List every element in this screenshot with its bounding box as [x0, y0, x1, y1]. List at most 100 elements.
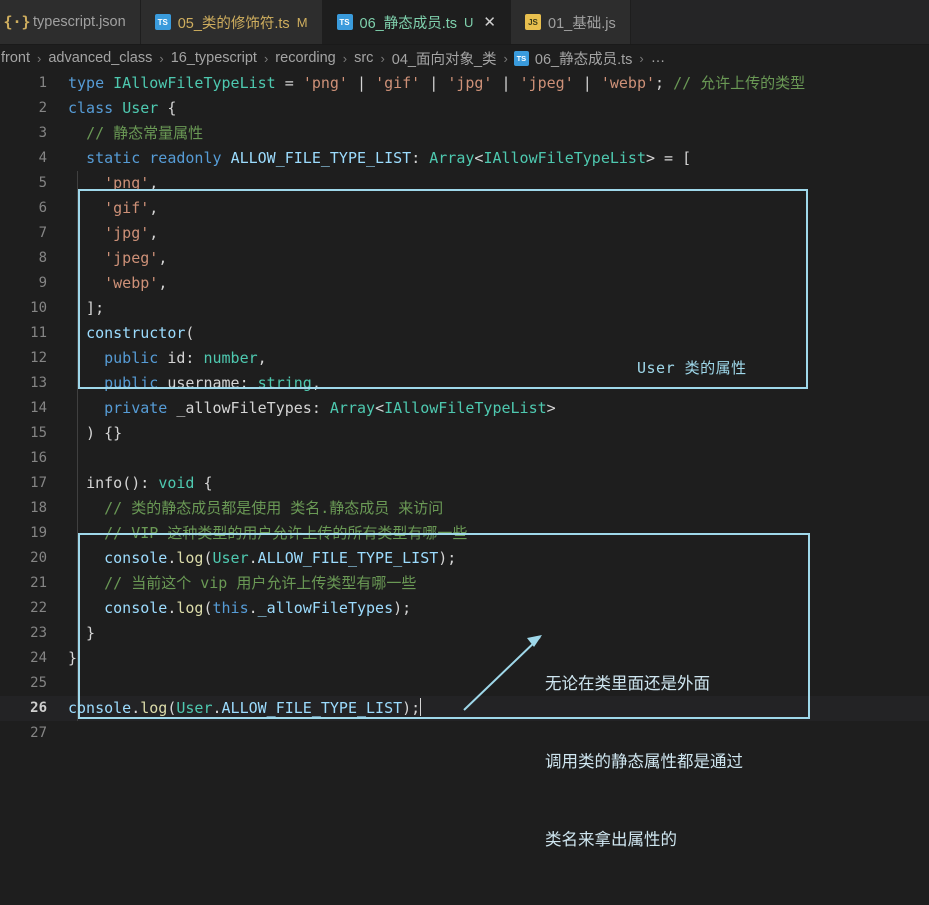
code-token: ALLOW_FILE_TYPE_LIST — [230, 149, 412, 167]
breadcrumb-item-overflow[interactable]: … — [650, 50, 667, 66]
line-number: 20 — [30, 550, 47, 566]
code-line-text: 'webp', — [68, 271, 167, 296]
code-lines[interactable]: 1 type IAllowFileTypeList = 'png' | 'gif'… — [0, 71, 929, 746]
code-token: IAllowFileTypeList — [483, 149, 646, 167]
code-line[interactable]: 23 } — [0, 621, 929, 646]
line-number: 5 — [38, 175, 47, 191]
code-token: // VIP 这种类型的用户允许上传的所有类型有哪一些 — [104, 524, 468, 542]
close-icon[interactable]: ✕ — [483, 15, 496, 30]
code-token: log — [176, 549, 204, 567]
code-token: > = [ — [646, 149, 692, 167]
code-token: = — [275, 74, 303, 92]
code-token: public — [104, 374, 168, 392]
code-line-text: } — [68, 646, 77, 671]
line-number: 26 — [30, 700, 47, 716]
code-line[interactable]: 24} — [0, 646, 929, 671]
breadcrumb-item-front[interactable]: front — [0, 50, 31, 66]
code-line[interactable]: 8 'jpeg', — [0, 246, 929, 271]
code-token: { — [194, 474, 213, 492]
code-token: ); — [438, 549, 457, 567]
line-number: 16 — [30, 450, 47, 466]
breadcrumb-item-recording[interactable]: recording — [274, 50, 336, 66]
code-line[interactable]: 17 info(): void { — [0, 471, 929, 496]
line-number: 12 — [30, 350, 47, 366]
line-number: 4 — [38, 150, 47, 166]
code-token: | — [492, 74, 520, 92]
tab-06-static-members[interactable]: TS 06_静态成员.ts U ✕ — [322, 0, 511, 44]
code-line[interactable]: 14 private _allowFileTypes: Array<IAllow… — [0, 396, 929, 421]
breadcrumb: front › advanced_class › 16_typescript ›… — [0, 45, 929, 71]
code-token: } — [68, 649, 78, 667]
code-line[interactable]: 1 type IAllowFileTypeList = 'png' | 'gif'… — [0, 71, 929, 96]
code-line[interactable]: 19 // VIP 这种类型的用户允许上传的所有类型有哪一些 — [0, 521, 929, 546]
code-line[interactable]: 16 — [0, 446, 929, 471]
code-line[interactable]: 9 'webp', — [0, 271, 929, 296]
code-line[interactable]: 5 'png', — [0, 171, 929, 196]
code-line[interactable]: 7 'jpg', — [0, 221, 929, 246]
code-token: (): — [122, 474, 159, 492]
text-caret — [420, 698, 422, 716]
breadcrumb-item-advanced-class[interactable]: advanced_class — [47, 50, 153, 66]
breadcrumb-item-oop-class[interactable]: 04_面向对象_类 — [391, 48, 498, 69]
code-token: // 类的静态成员都是使用 类名.静态成员 来访问 — [104, 499, 444, 517]
code-token: > — [546, 399, 556, 417]
code-token: ( — [203, 599, 213, 617]
code-line[interactable]: 13 public username: string, — [0, 371, 929, 396]
code-line-text: console.log(User.ALLOW_FILE_TYPE_LIST); — [68, 546, 456, 571]
line-number: 8 — [38, 250, 47, 266]
breadcrumb-item-06-static-members[interactable]: 06_静态成员.ts — [534, 48, 634, 69]
code-line-text: private _allowFileTypes: Array<IAllowFil… — [68, 396, 556, 421]
code-line[interactable]: 27 — [0, 721, 929, 746]
indent-guide — [77, 171, 78, 396]
line-number: 19 — [30, 525, 47, 541]
line-number: 25 — [30, 675, 47, 691]
code-line-text: class User { — [68, 96, 176, 121]
code-token: public — [104, 349, 168, 367]
code-line[interactable]: 18 // 类的静态成员都是使用 类名.静态成员 来访问 — [0, 496, 929, 521]
line-number: 18 — [30, 500, 47, 516]
code-editor[interactable]: 1 type IAllowFileTypeList = 'png' | 'gif'… — [0, 71, 929, 849]
code-line[interactable]: 21 // 当前这个 vip 用户允许上传类型有哪一些 — [0, 571, 929, 596]
tab-01-basics-js[interactable]: JS 01_基础.js — [511, 0, 631, 44]
line-number: 23 — [30, 625, 47, 641]
tab-untracked-badge: U — [464, 14, 474, 30]
code-token: ALLOW_FILE_TYPE_LIST — [221, 699, 403, 717]
code-token: 'jpg' — [447, 74, 493, 92]
code-line[interactable]: 4 static readonly ALLOW_FILE_TYPE_LIST: … — [0, 146, 929, 171]
code-token: type — [68, 74, 114, 92]
tab-label: typescript.json — [33, 14, 126, 30]
ts-file-icon: TS — [336, 14, 353, 30]
code-line[interactable]: 3 // 静态常量属性 — [0, 121, 929, 146]
code-line[interactable]: 25 — [0, 671, 929, 696]
breadcrumb-item-16-typescript[interactable]: 16_typescript — [170, 50, 258, 66]
code-token: this — [212, 599, 249, 617]
code-line[interactable]: 12 public id: number, — [0, 346, 929, 371]
line-number: 10 — [30, 300, 47, 316]
code-token: _allowFileTypes — [176, 399, 312, 417]
code-line-text: // 当前这个 vip 用户允许上传类型有哪一些 — [68, 571, 416, 596]
code-token: number — [203, 349, 258, 367]
code-line[interactable]: 15 ) {} — [0, 421, 929, 446]
ts-file-icon: TS — [513, 50, 529, 66]
code-token: log — [176, 599, 204, 617]
code-line[interactable]: 2 class User { — [0, 96, 929, 121]
code-line-text: info(): void { — [68, 471, 213, 496]
code-token: . — [248, 549, 258, 567]
code-line[interactable]: 11 constructor( — [0, 321, 929, 346]
breadcrumb-item-src[interactable]: src — [353, 50, 374, 66]
code-line[interactable]: 22 console.log(this._allowFileTypes); — [0, 596, 929, 621]
code-line[interactable]: 26 console.log(User.ALLOW_FILE_TYPE_LIST)… — [0, 696, 929, 721]
code-line[interactable]: 6 'gif', — [0, 196, 929, 221]
code-line[interactable]: 20 console.log(User.ALLOW_FILE_TYPE_LIST… — [0, 546, 929, 571]
tab-typescript-json[interactable]: {·} typescript.json — [0, 0, 141, 44]
code-line[interactable]: 10 ]; — [0, 296, 929, 321]
code-token: ALLOW_FILE_TYPE_LIST — [257, 549, 439, 567]
tab-05-class-modifiers[interactable]: TS 05_类的修饰符.ts M — [140, 0, 323, 44]
code-token: { — [158, 99, 177, 117]
